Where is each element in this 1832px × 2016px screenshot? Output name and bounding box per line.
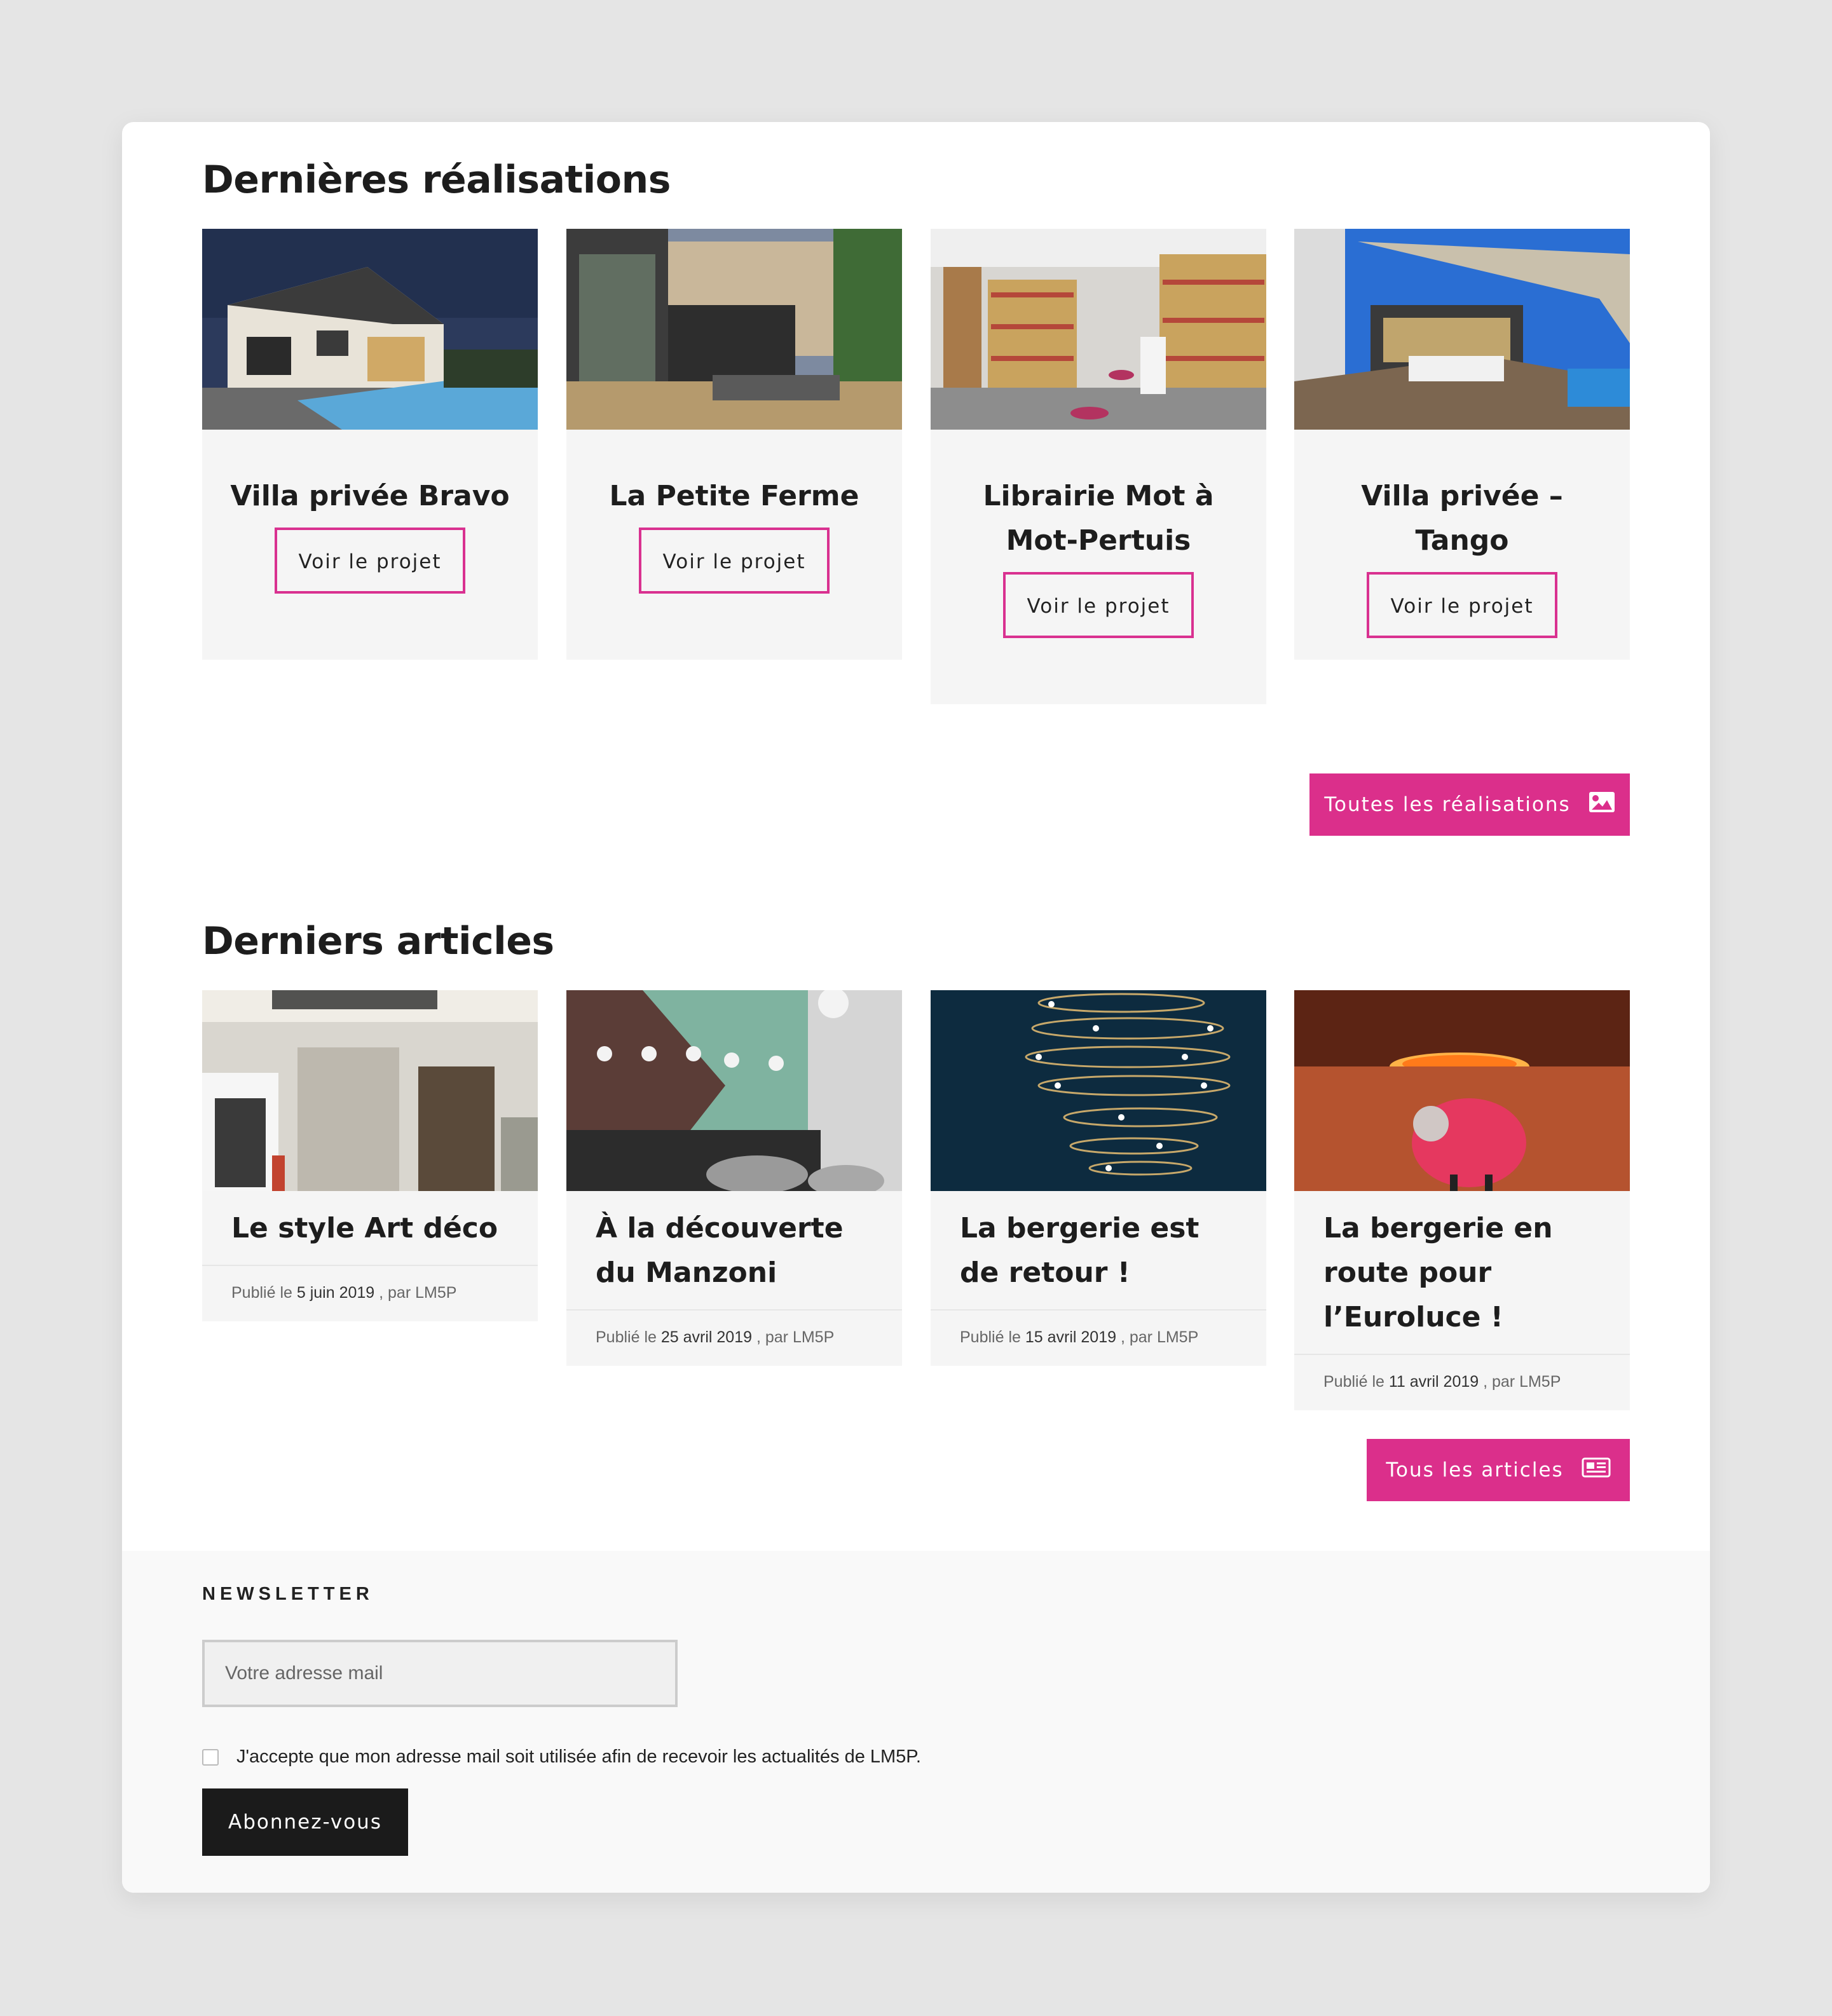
article-title[interactable]: La bergerie est de retour ! [960, 1206, 1237, 1309]
project-title[interactable]: Villa privée – Tango [1313, 474, 1611, 563]
image-icon [1589, 791, 1615, 818]
articles-grid: Le style Art déco Publié le 5 juin 2019 … [202, 990, 1630, 1499]
consent-label: J'accepte que mon adresse mail soit util… [236, 1747, 921, 1767]
all-realisations-button[interactable]: Toutes les réalisations [1309, 773, 1630, 836]
article-title[interactable]: À la découverte du Manzoni [596, 1206, 873, 1309]
article-date: 25 avril 2019 [660, 1328, 753, 1346]
realisations-grid: Villa privée Bravo Voir le projet La Pet… [202, 229, 1630, 737]
newsletter-section: NEWSLETTER J'accepte que mon adresse mai… [122, 1551, 1710, 1893]
consent-row: J'accepte que mon adresse mail soit util… [202, 1747, 921, 1767]
meta-author: , par LM5P [379, 1284, 457, 1302]
project-image[interactable] [931, 229, 1266, 430]
article-date: 15 avril 2019 [1025, 1328, 1117, 1346]
project-card: Librairie Mot à Mot-Pertuis Voir le proj… [931, 229, 1266, 704]
article-date: 11 avril 2019 [1388, 1373, 1479, 1391]
article-card: La bergerie en route pour l’Euroluce ! P… [1294, 990, 1630, 1410]
meta-prefix: Publié le [960, 1328, 1021, 1346]
article-card: La bergerie est de retour ! Publié le 15… [931, 990, 1266, 1366]
meta-prefix: Publié le [231, 1284, 292, 1302]
project-title[interactable]: Librairie Mot à Mot-Pertuis [950, 474, 1247, 563]
article-card: Le style Art déco Publié le 5 juin 2019 … [202, 990, 538, 1321]
article-image[interactable] [566, 990, 902, 1191]
all-articles-label: Tous les articles [1386, 1459, 1564, 1481]
article-date: 5 juin 2019 [296, 1284, 375, 1302]
article-meta: Publié le 5 juin 2019 , par LM5P [202, 1265, 538, 1321]
article-meta: Publié le 15 avril 2019 , par LM5P [931, 1309, 1266, 1366]
project-card: La Petite Ferme Voir le projet [566, 229, 902, 660]
project-title[interactable]: Villa privée Bravo [221, 474, 519, 519]
project-image[interactable] [566, 229, 902, 430]
view-project-button[interactable]: Voir le projet [639, 528, 830, 594]
article-image[interactable] [202, 990, 538, 1191]
consent-checkbox[interactable] [202, 1748, 219, 1766]
meta-author: , par LM5P [756, 1328, 835, 1346]
newspaper-icon [1582, 1457, 1611, 1483]
article-title[interactable]: Le style Art déco [231, 1206, 509, 1265]
project-image[interactable] [202, 229, 538, 430]
email-field[interactable] [202, 1640, 678, 1707]
project-card: Villa privée Bravo Voir le projet [202, 229, 538, 660]
newsletter-label: NEWSLETTER [202, 1584, 374, 1604]
project-image[interactable] [1294, 229, 1630, 430]
meta-author: , par LM5P [1483, 1373, 1561, 1391]
project-card: Villa privée – Tango Voir le projet [1294, 229, 1630, 660]
article-card: À la découverte du Manzoni Publié le 25 … [566, 990, 902, 1366]
content-panel: Dernières réalisations Villa privée Brav… [122, 122, 1710, 1893]
all-articles-button[interactable]: Tous les articles [1367, 1439, 1630, 1501]
view-project-button[interactable]: Voir le projet [1003, 572, 1194, 638]
article-image[interactable] [1294, 990, 1630, 1191]
realisations-title: Dernières réalisations [202, 158, 671, 202]
article-meta: Publié le 25 avril 2019 , par LM5P [566, 1309, 902, 1366]
meta-prefix: Publié le [1323, 1373, 1384, 1391]
articles-title: Derniers articles [202, 919, 554, 964]
all-realisations-label: Toutes les réalisations [1324, 793, 1571, 816]
meta-author: , par LM5P [1120, 1328, 1199, 1346]
view-project-button[interactable]: Voir le projet [275, 528, 465, 594]
subscribe-button[interactable]: Abonnez-vous [202, 1788, 408, 1856]
project-title[interactable]: La Petite Ferme [585, 474, 883, 519]
article-meta: Publié le 11 avril 2019 , par LM5P [1294, 1354, 1630, 1410]
view-project-button[interactable]: Voir le projet [1367, 572, 1557, 638]
article-title[interactable]: La bergerie en route pour l’Euroluce ! [1323, 1206, 1601, 1354]
article-image[interactable] [931, 990, 1266, 1191]
meta-prefix: Publié le [596, 1328, 657, 1346]
